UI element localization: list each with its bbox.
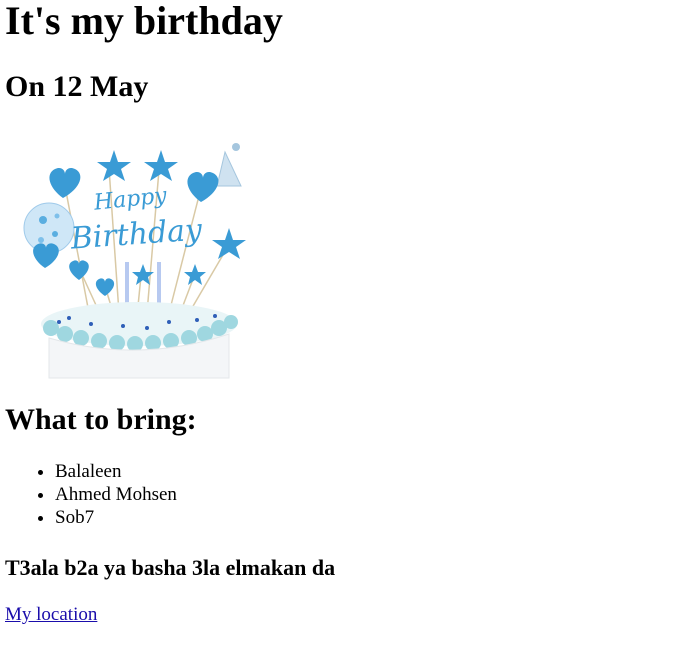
list-item: Ahmed Mohsen xyxy=(55,483,177,506)
bring-list: Balaleen Ahmed Mohsen Sob7 xyxy=(5,460,177,529)
page-title: It's my birthday xyxy=(5,0,283,43)
list-item: Balaleen xyxy=(55,460,177,483)
invite-text: T3ala b2a ya basha 3la elmakan da xyxy=(5,555,336,580)
event-date: On 12 May xyxy=(5,70,149,103)
svg-text:Birthday: Birthday xyxy=(69,212,205,256)
birthday-cake-image: Happy Birthday xyxy=(23,143,246,379)
list-item: Sob7 xyxy=(55,506,177,529)
what-to-bring-heading: What to bring: xyxy=(5,403,197,436)
svg-text:Happy: Happy xyxy=(92,183,169,216)
location-link[interactable]: My location xyxy=(5,602,97,628)
